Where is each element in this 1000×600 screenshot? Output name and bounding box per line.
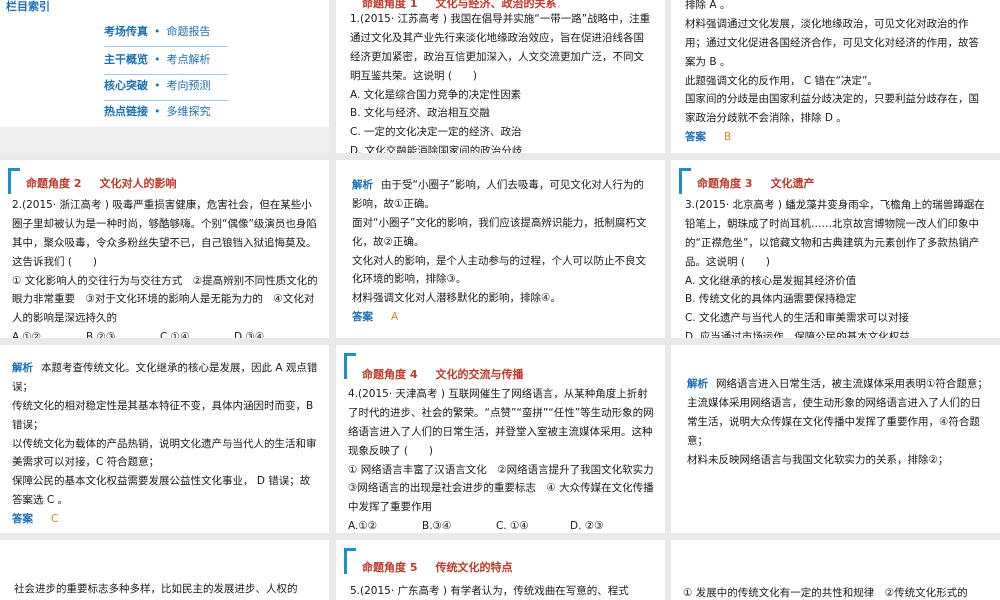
option-b: B.②③ xyxy=(86,331,116,338)
analysis-line: 此题强调文化的反作用， C 错在“决定”。 xyxy=(685,74,878,87)
option-d: D. ②③ xyxy=(570,520,604,533)
option-d: D.③④ xyxy=(234,331,265,338)
option-a: A.①② xyxy=(12,331,42,338)
answer-card-1: 排除 A 。 材料强调通过文化发展，淡化地缘政治，可见文化对政治的作用；通过文化… xyxy=(671,0,1000,153)
analysis-line: 排除 A 。 xyxy=(685,0,731,11)
question-stem: 5.(2015· 广东高考 ) 有学者认为，传统戏曲在写意的、程式 xyxy=(350,585,629,597)
option-row: A.①② B.③④ C. ①④ D. ②③ xyxy=(348,517,656,533)
menu-item-redian[interactable]: 热点链接 • 多维探究 xyxy=(104,102,211,122)
question-stem: 1.(2015· 江苏高考 ) 我国在倡导并实施“一带一路”战略中，注重通过文化… xyxy=(350,13,651,82)
heading-tag-icon xyxy=(679,168,691,194)
question-heading: 命题角度 4 文化的交流与传播 xyxy=(362,368,524,381)
answer-card-2: 解析 由于受“小圈子”影响，人们去吸毒，可见文化对人行为的影响，故①正确。 面对“… xyxy=(336,160,665,338)
menu-item-hexin[interactable]: 核心突破 • 考向预测 xyxy=(104,76,211,96)
analysis-line: 面对“小圈子”文化的影响，我们应该提高辨识能力，抵制腐朽文化，故②正确。 xyxy=(352,216,647,248)
answer-line: 答案 A xyxy=(352,311,399,324)
option-a: A.①② xyxy=(348,520,378,533)
question-card-2: 命题角度 2 文化对人的影响 2.(2015· 浙江高考 ) 吸毒严重损害健康，危… xyxy=(0,160,329,338)
question-stem: 3.(2015· 北京高考 ) 蟠龙藻井变身雨伞，飞檐角上的瑞兽蹲踞在铅笔上，朝… xyxy=(685,199,985,268)
answer-line: 答案 B xyxy=(685,131,732,144)
analysis-line: 材料强调文化对人潜移默化的影响，排除④。 xyxy=(352,292,561,305)
menu-item-zhugan[interactable]: 主干概览 • 考点解析 xyxy=(104,50,211,70)
heading-tag-icon xyxy=(344,353,356,379)
analysis-line: 传统文化的相对稳定性是其基本特征不变，具体内涵因时而变，B 错误； xyxy=(12,399,314,431)
menu-item-kaochang[interactable]: 考场传真 • 命题报告 xyxy=(104,22,211,42)
question-statements: ① 网络语言丰富了汉语言文化 ②网络语言提升了我国文化软实力 ③网络语言的出现是… xyxy=(348,463,665,514)
analysis-line: 文化对人的影响，是个人主动参与的过程，个人可以防止不良文化环境的影响，排除③。 xyxy=(352,254,646,286)
option-b: B. 传统文化的具体内涵需要保持稳定 xyxy=(685,293,857,306)
analysis-line: 国家间的分歧是由国家利益分歧决定的，只要利益分歧存在，国家政治分歧就不会消除，排… xyxy=(685,93,979,125)
analysis-line: 以传统文化为载体的产品热销，说明文化遗产与当代人的生活和审美需求可以对接，C 符… xyxy=(12,437,317,469)
heading-tag-icon xyxy=(344,548,356,574)
option-c: C.①④ xyxy=(160,331,190,338)
analysis-label: 解析 xyxy=(12,362,33,374)
question-card-1: 命题角度 1 文化与经济、政治的关系 1.(2015· 江苏高考 ) 我国在倡导并… xyxy=(336,0,665,153)
question-heading: 命题角度 3 文化遗产 xyxy=(697,177,815,190)
menu-divider xyxy=(104,74,228,75)
question-heading: 命题角度 5 传统文化的特点 xyxy=(362,561,513,574)
analysis-line: 主流媒体采用网络语言，使生动形象的网络语言进入了人们的日常生活，说明大众传媒在文… xyxy=(687,396,981,447)
option-d: D. 应当通过市场运作，保障公民的基本文化权益 xyxy=(685,331,910,338)
answer-card-4: 解析 网络语言进入日常生活，被主流媒体采用表明①符合题意； 主流媒体采用网络语言，… xyxy=(671,345,1000,533)
menu-footer-bar xyxy=(0,127,329,153)
question-card-5: 命题角度 5 传统文化的特点 5.(2015· 广东高考 ) 有学者认为，传统戏曲… xyxy=(336,540,665,600)
option-row: A.①② B.②③ C.①④ D.③④ xyxy=(12,328,320,338)
analysis-line: 保障公民的基本文化权益需要发展公益性文化事业， D 错误；故答案选 C 。 xyxy=(12,475,311,507)
analysis-line: 材料强调通过文化发展，淡化地缘政治，可见文化对政治的作用；通过文化促进各国经济合… xyxy=(685,17,979,68)
menu-card: 栏目索引 考场传真 • 命题报告 主干概览 • 考点解析 核心突破 • 考向预测 热点链接 •… xyxy=(0,0,329,153)
option-b: B. 文化与经济、政治相互交融 xyxy=(350,107,490,120)
question-heading: 命题角度 2 文化对人的影响 xyxy=(26,177,177,190)
analysis-line: 解析 本题考查传统文化。文化继承的核心是发展，因此 A 观点错误； xyxy=(12,362,318,393)
question-card-3: 命题角度 3 文化遗产 3.(2015· 北京高考 ) 蟠龙藻井变身雨伞，飞檐角上… xyxy=(671,160,1000,338)
question-card-4: 命题角度 4 文化的交流与传播 4.(2015· 天津高考 ) 互联网催生了网络语… xyxy=(336,345,665,533)
partial-text: ① 发展中的传统文化有一定的共性和规律 ②传统文化形式的 xyxy=(683,587,968,599)
menu-divider xyxy=(104,46,228,47)
option-c: C. ①④ xyxy=(496,520,529,533)
analysis-line: 材料未反映网络语言与我国文化软实力的关系，排除②； xyxy=(687,453,949,466)
analysis-line: 解析 由于受“小圈子”影响，人们去吸毒，可见文化对人行为的影响，故①正确。 xyxy=(352,179,644,210)
option-a: A. 文化继承的核心是发掘其经济价值 xyxy=(685,274,857,287)
partial-card-3: ① 发展中的传统文化有一定的共性和规律 ②传统文化形式的 xyxy=(671,540,1000,600)
analysis-line: 解析 网络语言进入日常生活，被主流媒体采用表明①符合题意； xyxy=(687,378,988,390)
option-c: C. 一定的文化决定一定的经济、政治 xyxy=(350,126,522,139)
partial-card-1: 社会进步的重要标志多种多样，比如民主的发展进步、人权的 xyxy=(0,540,329,600)
analysis-label: 解析 xyxy=(687,378,708,390)
question-stem: 2.(2015· 浙江高考 ) 吸毒严重损害健康，危害社会，但在某些小圈子里却被… xyxy=(12,199,317,268)
option-b: B.③④ xyxy=(422,520,452,533)
answer-card-3: 解析 本题考查传统文化。文化继承的核心是发展，因此 A 观点错误； 传统文化的相对… xyxy=(0,345,329,533)
option-d: D. 文化交融能消除国家间的政治分歧 xyxy=(350,145,523,153)
heading-tag-icon xyxy=(8,168,20,194)
answer-line: 答案 C xyxy=(12,513,59,526)
option-a: A. 文化是综合国力竞争的决定性因素 xyxy=(350,88,522,101)
analysis-label: 解析 xyxy=(352,179,373,191)
menu-title: 栏目索引 xyxy=(6,0,50,13)
option-c: C. 文化遗产与当代人的生活和审美需求可以对接 xyxy=(685,312,910,325)
partial-text: 社会进步的重要标志多种多样，比如民主的发展进步、人权的 xyxy=(14,583,298,595)
question-stem: 4.(2015· 天津高考 ) 互联网催生了网络语言，从某种角度上折射了时代的进… xyxy=(348,388,654,457)
question-statements: ① 文化影响人的交往行为与交往方式 ②提高辨别不同性质文化的眼力非常重要 ③对于… xyxy=(12,274,318,325)
menu-divider xyxy=(104,100,228,101)
